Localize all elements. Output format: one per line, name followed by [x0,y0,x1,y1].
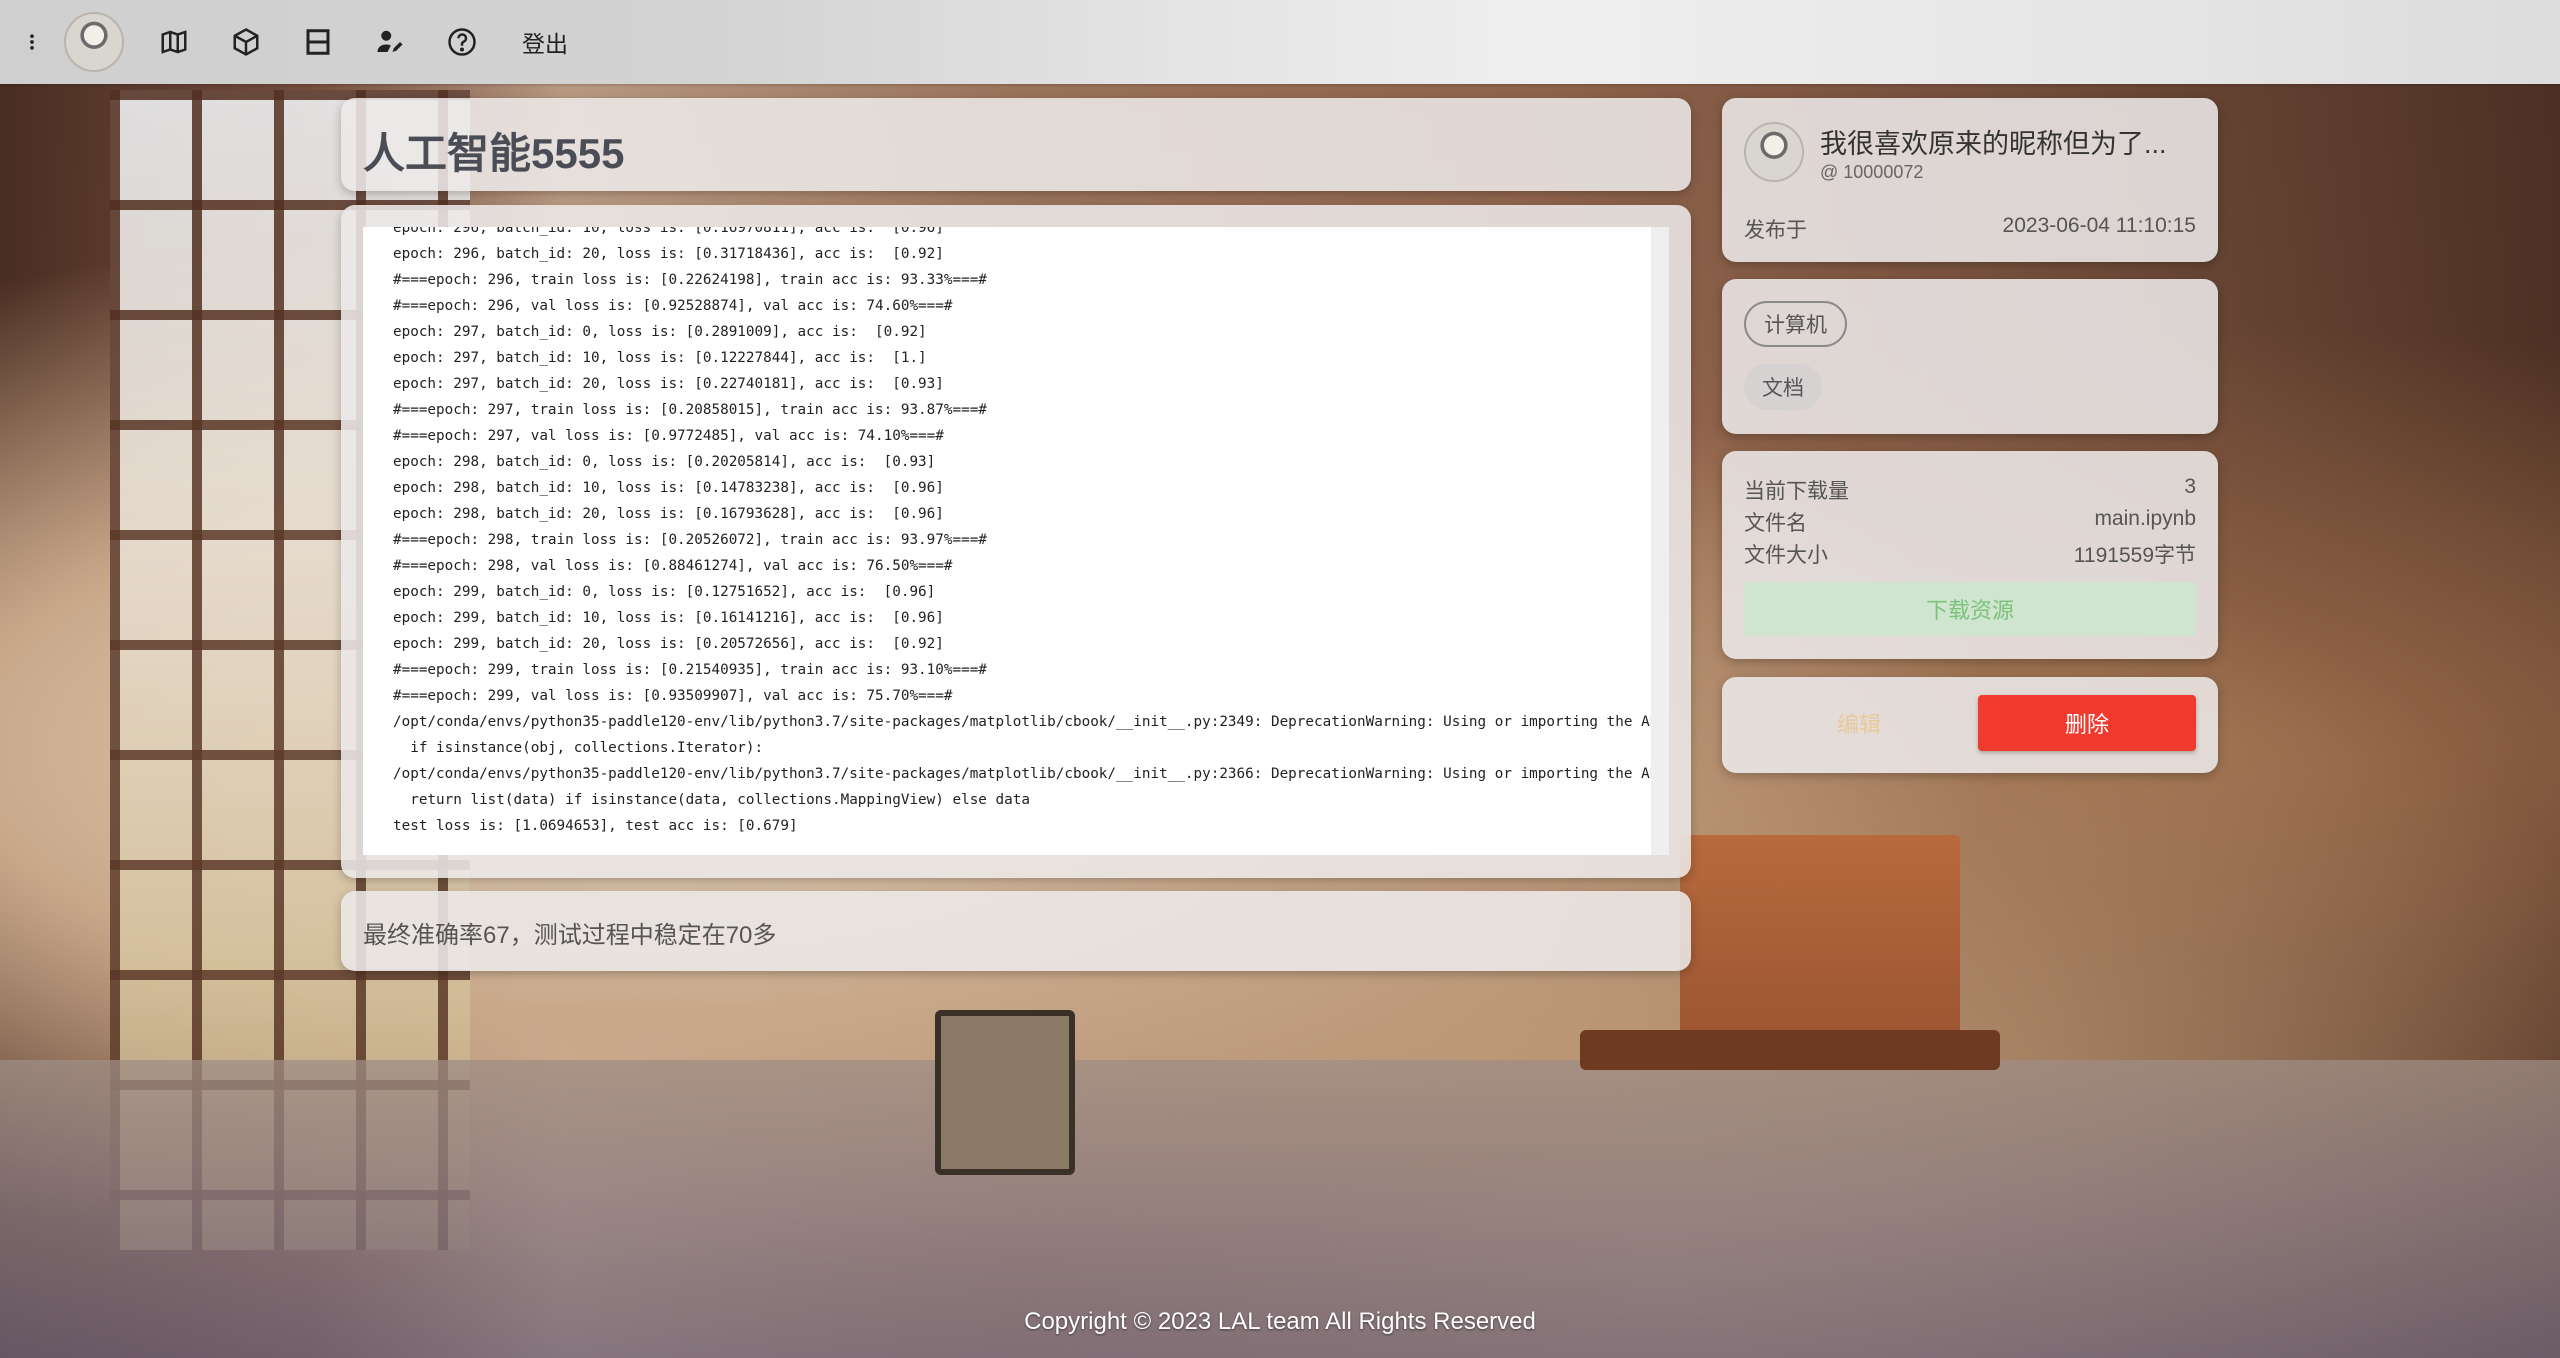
file-info-card: 当前下载量 3 文件名 main.ipynb 文件大小 1191559字节 下载… [1722,451,2218,659]
author-card: 我很喜欢原来的昵称但为了... @ 10000072 发布于 2023-06-0… [1722,98,2218,262]
log-line: #===epoch: 299, val loss is: [0.93509907… [393,688,953,704]
background-drawer [1680,835,1960,1045]
logout-link[interactable]: 登出 [522,25,568,59]
log-line: epoch: 296, batch_id: 10, loss is: [0.16… [393,227,944,236]
log-line: return list(data) if isinstance(data, co… [393,792,1030,808]
user-avatar[interactable] [64,12,124,72]
tags-card: 计算机 文档 [1722,279,2218,434]
download-count-label: 当前下载量 [1744,480,1849,503]
tag-chip[interactable]: 文档 [1744,364,1822,410]
log-line: test loss is: [1.0694653], test acc is: … [393,818,798,834]
footer-copyright: Copyright © 2023 LAL team All Rights Res… [1024,1308,1536,1335]
storage-icon[interactable] [298,22,338,62]
tag-chip[interactable]: 计算机 [1744,301,1847,347]
log-line: epoch: 298, batch_id: 10, loss is: [0.14… [393,480,944,496]
download-count-row: 当前下载量 3 [1744,475,2196,505]
log-line: epoch: 299, batch_id: 0, loss is: [0.127… [393,584,936,600]
log-line: #===epoch: 296, val loss is: [0.92528874… [393,298,953,314]
filename-label: 文件名 [1744,512,1807,535]
log-line: #===epoch: 298, train loss is: [0.205260… [393,532,987,548]
log-line: epoch: 297, batch_id: 0, loss is: [0.289… [393,324,927,340]
log-line: epoch: 297, batch_id: 20, loss is: [0.22… [393,376,944,392]
cube-icon[interactable] [226,22,266,62]
user-edit-icon[interactable] [370,22,410,62]
author-id: @ 10000072 [1820,162,1924,182]
post-title-card: 人工智能5555 [341,98,1691,191]
log-line: #===epoch: 298, val loss is: [0.88461274… [393,558,953,574]
log-scrollbar[interactable] [1651,227,1669,855]
log-line: epoch: 296, batch_id: 20, loss is: [0.31… [393,246,944,262]
author-avatar[interactable] [1744,122,1804,182]
filesize-row: 文件大小 1191559字节 [1744,539,2196,569]
more-vert-icon[interactable] [22,22,42,62]
filename-row: 文件名 main.ipynb [1744,507,2196,537]
background-amplifier [935,1010,1075,1175]
post-description: 最终准确率67，测试过程中稳定在70多 [363,922,777,949]
filesize-value: 1191559字节 [2073,544,2196,567]
log-line: #===epoch: 297, train loss is: [0.208580… [393,402,987,418]
log-line: epoch: 299, batch_id: 20, loss is: [0.20… [393,636,944,652]
post-description-card: 最终准确率67，测试过程中稳定在70多 [341,891,1691,971]
log-line: /opt/conda/envs/python35-paddle120-env/l… [393,766,1667,782]
log-line: /opt/conda/envs/python35-paddle120-env/l… [393,714,1667,730]
log-line: if isinstance(obj, collections.Iterator)… [393,740,764,756]
filesize-label: 文件大小 [1744,544,1828,567]
help-icon[interactable] [442,22,482,62]
edit-button[interactable]: 编辑 [1744,695,1974,751]
background-table [1580,1030,2000,1070]
output-log-card: epoch: 296, batch_id: 10, loss is: [0.16… [341,205,1691,878]
map-icon[interactable] [154,22,194,62]
published-date: 2023-06-04 11:10:15 [2002,214,2196,237]
log-line: epoch: 297, batch_id: 10, loss is: [0.12… [393,350,927,366]
output-log[interactable]: epoch: 296, batch_id: 10, loss is: [0.16… [363,227,1669,855]
output-log-lines: epoch: 296, batch_id: 10, loss is: [0.16… [393,227,1667,839]
log-line: #===epoch: 299, train loss is: [0.215409… [393,662,987,678]
post-title: 人工智能5555 [363,130,625,177]
author-name[interactable]: 我很喜欢原来的昵称但为了... [1820,122,2200,161]
log-line: epoch: 299, batch_id: 10, loss is: [0.16… [393,610,944,626]
log-line: epoch: 298, batch_id: 0, loss is: [0.202… [393,454,936,470]
actions-card: 编辑 删除 [1722,677,2218,773]
filename-value: main.ipynb [2094,507,2196,530]
download-resource-button[interactable]: 下载资源 [1744,582,2196,636]
log-line: epoch: 298, batch_id: 20, loss is: [0.16… [393,506,944,522]
log-line: #===epoch: 296, train loss is: [0.226241… [393,272,987,288]
delete-button[interactable]: 删除 [1978,695,2196,751]
top-navigation-bar: 登出 [0,0,2560,84]
published-label: 发布于 [1744,219,1807,242]
download-count-value: 3 [2184,475,2196,498]
log-line: #===epoch: 297, val loss is: [0.9772485]… [393,428,944,444]
